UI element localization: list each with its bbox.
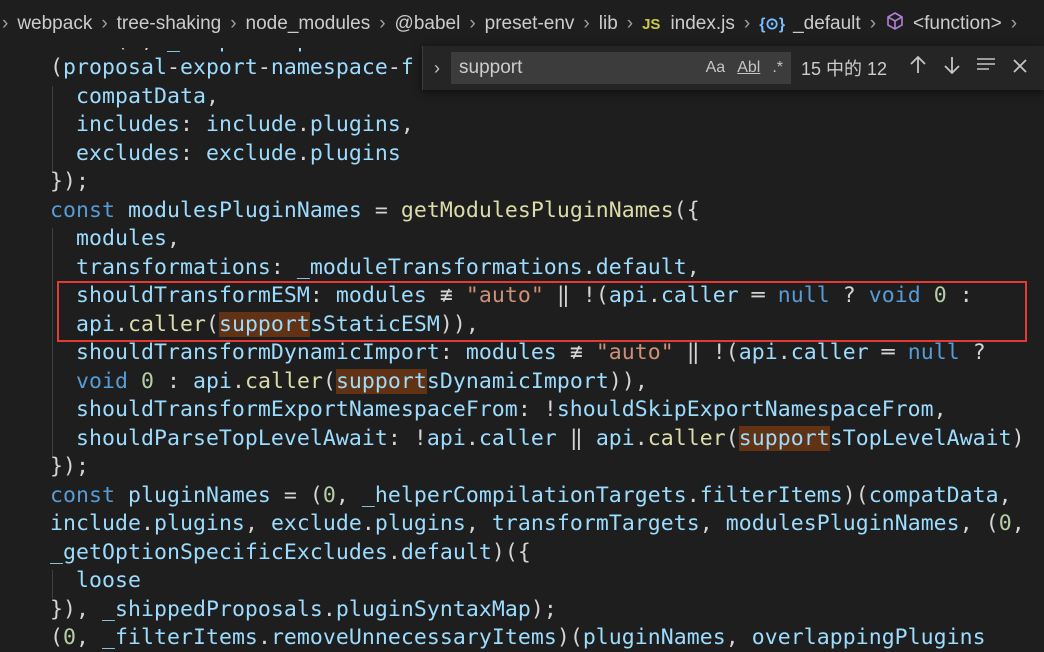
match-count: 15 中的 12 [801, 59, 888, 79]
code-line: void 0 : api.caller(supportsDynamicImpor… [76, 368, 648, 394]
chevron-right-icon: › [469, 13, 476, 34]
code-line: }), _shippedProposals.pluginSyntaxMap); [50, 596, 557, 622]
close-find-button[interactable] [1003, 56, 1037, 80]
code-line: const modulesPluginNames = getModulesPlu… [50, 197, 700, 223]
code-line: (proposal-export-namespace-f [50, 55, 414, 80]
breadcrumb-item-preset-env[interactable]: preset-env [485, 13, 575, 35]
javascript-file-icon: JS [642, 15, 661, 33]
regex-toggle[interactable]: .* [772, 59, 783, 77]
code-editor[interactable]: do (0, _helperCompilationTar(proposal-ex… [0, 0, 1044, 651]
code-line: }); [50, 454, 89, 479]
code-line: transformations: _moduleTransformations.… [76, 254, 700, 280]
find-in-selection-icon [977, 58, 996, 70]
match-case-toggle[interactable]: Aa [706, 59, 726, 77]
code-line: compatData, [76, 83, 219, 109]
code-line: loose [76, 568, 141, 593]
code-line: excludes: exclude.plugins [76, 140, 401, 166]
next-match-button[interactable] [935, 55, 969, 81]
arrow-down-icon [944, 57, 960, 75]
chevron-right-icon: › [230, 13, 237, 34]
breadcrumb-item-file[interactable]: index.js [670, 13, 734, 35]
chevron-right-icon: › [743, 13, 751, 34]
code-line: include.plugins, exclude.plugins, transf… [50, 511, 1025, 536]
find-in-selection-button[interactable] [969, 56, 1003, 80]
code-line: _getOptionSpecificExcludes.default)({ [50, 539, 531, 565]
breadcrumb-item-lib[interactable]: lib [599, 13, 618, 35]
chevron-right-icon: › [101, 13, 108, 34]
arrow-up-icon [910, 55, 926, 73]
chevron-right-icon: › [626, 13, 634, 34]
breadcrumb: › webpack › tree-shaking › node_modules … [0, 0, 1044, 48]
code-line: modules, [76, 226, 180, 251]
code-line-partial: (0, _filterItems.removeUnnecessaryItems)… [50, 625, 986, 650]
code-line: shouldTransformESM: modules ≢ "auto" ‖ !… [76, 283, 973, 308]
code-line: api.caller(supportsStaticESM)), [76, 311, 479, 337]
cube-icon [885, 11, 905, 37]
code-line: includes: include.plugins, [76, 112, 414, 137]
code-line: }); [50, 169, 89, 194]
breadcrumb-item-babel[interactable]: @babel [395, 13, 461, 35]
find-input[interactable] [459, 57, 700, 79]
find-input-box: Aa Abl .* [451, 52, 791, 84]
close-icon [1013, 59, 1027, 73]
toggle-replace-button[interactable]: › [423, 46, 451, 90]
breadcrumb-item-webpack[interactable]: webpack [17, 13, 92, 35]
find-widget: › Aa Abl .* 15 中的 12 [422, 46, 1044, 90]
match-whole-word-toggle[interactable]: Abl [737, 59, 760, 77]
chevron-right-icon: › [869, 13, 877, 34]
chevron-right-icon: › [583, 13, 590, 34]
breadcrumb-item-node-modules[interactable]: node_modules [246, 13, 371, 35]
breadcrumb-item-tree-shaking[interactable]: tree-shaking [117, 13, 222, 35]
chevron-right-icon: › [1010, 13, 1018, 34]
chevron-right-icon: › [379, 13, 386, 34]
field-symbol-icon: {⊙} [759, 16, 786, 33]
code-line: shouldParseTopLevelAwait: !api.caller ‖ … [76, 425, 1025, 451]
previous-match-button[interactable] [901, 55, 935, 81]
breadcrumb-item-function[interactable]: <function> [913, 13, 1002, 35]
chevron-right-icon: › [2, 13, 9, 34]
code-line: shouldTransformExportNamespaceFrom: !sho… [76, 397, 947, 422]
code-line: const pluginNames = (0, _helperCompilati… [50, 482, 1012, 508]
breadcrumb-item-default[interactable]: _default [793, 13, 861, 35]
code-line: shouldTransformDynamicImport: modules ≢ … [76, 340, 986, 365]
chevron-right-icon: › [434, 57, 440, 78]
